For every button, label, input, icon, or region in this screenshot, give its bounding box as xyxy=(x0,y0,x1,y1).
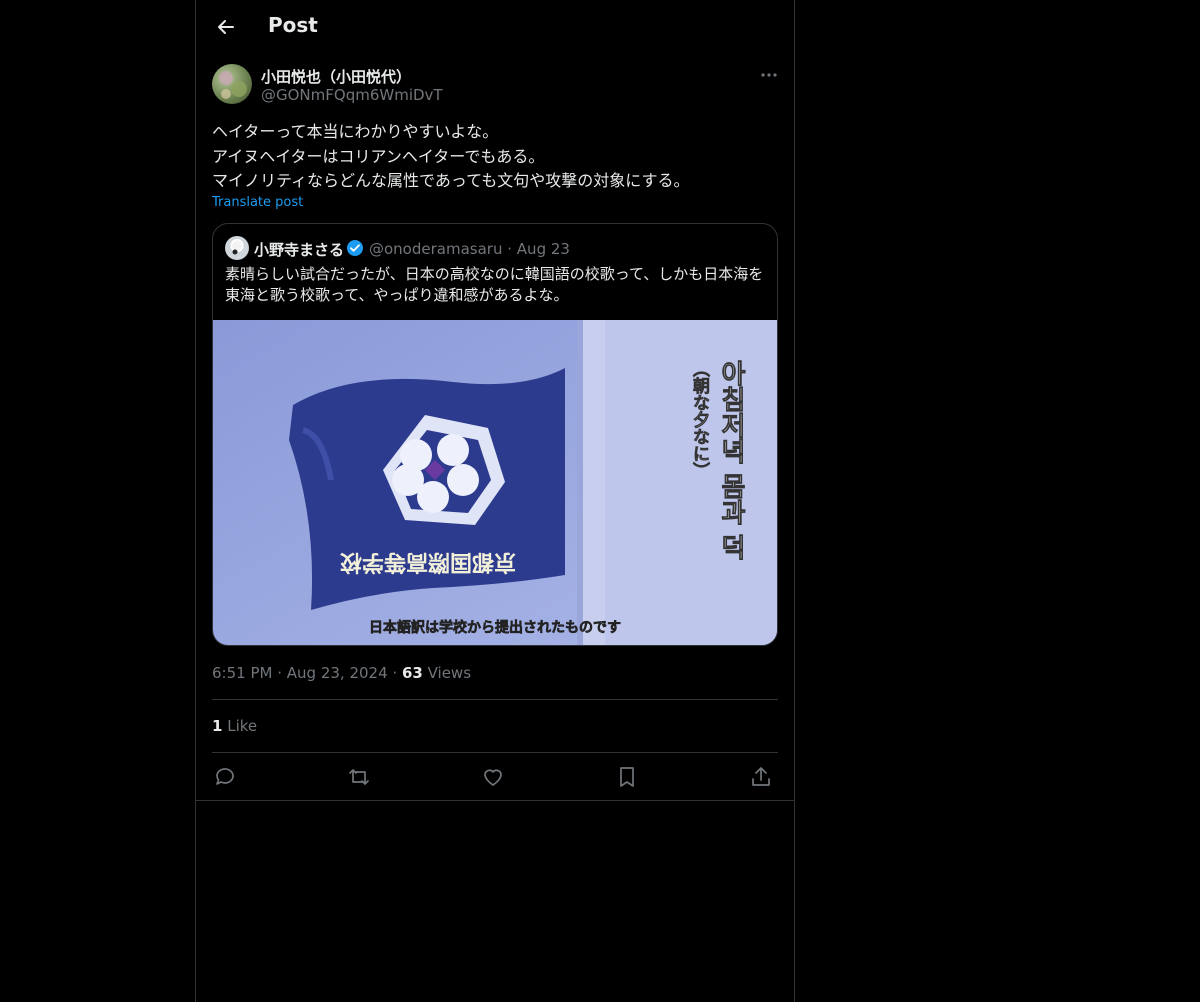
separator-dot: · xyxy=(387,664,402,682)
post-time[interactable]: 6:51 PM xyxy=(212,664,272,682)
author-avatar[interactable] xyxy=(212,64,252,104)
like-icon[interactable] xyxy=(480,764,506,790)
likes-count: 1 xyxy=(212,717,223,735)
korean-lyric: 아침저녁 몸과 덕 xyxy=(716,360,746,560)
quote-text-line: 素晴らしい試合だったが、日本の高校なのに韓国語の校歌って、しかも日本海を xyxy=(225,265,764,283)
divider xyxy=(212,699,778,700)
post-text-line: ヘイターって本当にわかりやすいよな。 xyxy=(212,122,499,141)
post-timestamp: 6:51 PM · Aug 23, 2024 · 63 Views xyxy=(212,664,471,682)
quote-author-handle[interactable]: @onoderamasaru xyxy=(369,240,502,258)
post-date[interactable]: Aug 23, 2024 xyxy=(287,664,388,682)
separator-dot: · xyxy=(507,240,517,258)
quote-meta: @onoderamasaru · Aug 23 xyxy=(369,240,570,258)
author-handle[interactable]: @GONmFQqm6WmiDvT xyxy=(261,86,443,104)
page-header: Post xyxy=(196,0,794,53)
japanese-lyric: （朝な夕なに） xyxy=(689,360,710,479)
divider xyxy=(196,800,794,801)
quote-text-line: 東海と歌う校歌って、やっぱり違和感があるよな。 xyxy=(225,286,569,304)
views-label: Views xyxy=(427,664,472,682)
translate-post-link[interactable]: Translate post xyxy=(212,195,303,210)
divider xyxy=(212,752,778,753)
page-title: Post xyxy=(268,13,318,37)
views-count: 63 xyxy=(401,664,423,682)
likes-summary[interactable]: 1 Like xyxy=(212,717,257,735)
author-display-name[interactable]: 小田悦也（小田悦代） xyxy=(261,66,411,87)
repost-icon[interactable] xyxy=(346,764,372,790)
more-options-icon[interactable] xyxy=(759,66,779,84)
verified-badge-icon xyxy=(346,239,364,257)
quoted-post[interactable]: 小野寺まさる @onoderamasaru · Aug 23 素晴らしい試合だっ… xyxy=(212,223,778,646)
bookmark-icon[interactable] xyxy=(614,764,640,790)
reply-icon[interactable] xyxy=(212,764,238,790)
share-icon[interactable] xyxy=(748,764,774,790)
quote-media-image[interactable]: 京都国際高等学校 아침저녁 몸과 덕 （朝な夕なに） 日本語訳は学校から提出され… xyxy=(213,320,777,645)
likes-label: Like xyxy=(227,717,258,735)
flag-school-name: 京都国際高等学校 xyxy=(339,549,516,575)
separator-dot: · xyxy=(272,664,287,682)
action-bar xyxy=(212,764,778,790)
quote-text: 素晴らしい試合だったが、日本の高校なのに韓国語の校歌って、しかも日本海を 東海と… xyxy=(225,264,765,306)
quote-date[interactable]: Aug 23 xyxy=(517,240,570,258)
back-arrow-icon[interactable] xyxy=(214,16,236,38)
quote-author-name[interactable]: 小野寺まさる xyxy=(254,239,344,260)
post-text: ヘイターって本当にわかりやすいよな。 アイヌヘイターはコリアンヘイターでもある。… xyxy=(212,120,778,194)
quote-author-avatar[interactable] xyxy=(225,236,249,260)
post-text-line: アイヌヘイターはコリアンヘイターでもある。 xyxy=(212,146,545,166)
post-text-line: マイノリティならどんな属性であっても文句や攻撃の対象にする。 xyxy=(212,171,690,190)
post-column: Post 小田悦也（小田悦代） @GONmFQqm6WmiDvT ヘイターって本… xyxy=(195,0,795,1002)
video-subtitle: 日本語訳は学校から提出されたものです xyxy=(369,619,621,636)
